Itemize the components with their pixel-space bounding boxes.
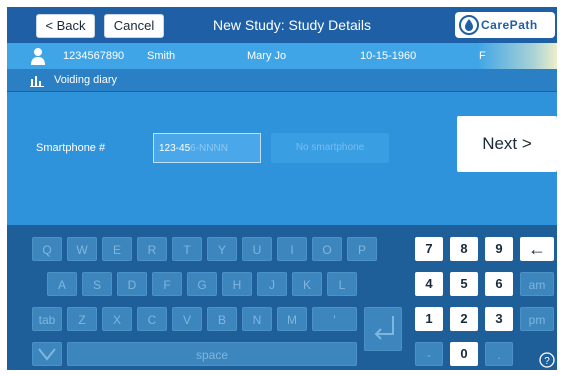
key-shift[interactable]: [32, 342, 62, 366]
key-t[interactable]: T: [172, 237, 202, 261]
key-h[interactable]: H: [222, 272, 252, 296]
back-button[interactable]: < Back: [36, 14, 95, 38]
key-8[interactable]: 8: [450, 237, 478, 261]
drop-icon: [459, 15, 479, 35]
patient-id: 1234567890: [63, 50, 125, 62]
key-y[interactable]: Y: [207, 237, 237, 261]
enter-key[interactable]: [364, 307, 402, 351]
key-x[interactable]: X: [102, 307, 132, 331]
logo-text: CarePath: [481, 18, 538, 32]
key-g[interactable]: G: [187, 272, 217, 296]
smartphone-label: Smartphone #: [36, 142, 106, 154]
smartphone-placeholder: 6-NNNN: [190, 143, 228, 154]
cancel-button[interactable]: Cancel: [104, 14, 164, 38]
key-k[interactable]: K: [292, 272, 322, 296]
space-key[interactable]: space: [67, 342, 357, 366]
next-button[interactable]: Next >: [457, 116, 557, 172]
key-f[interactable]: F: [152, 272, 182, 296]
smartphone-input[interactable]: 123-456-NNNN: [153, 133, 261, 163]
key-u[interactable]: U: [242, 237, 272, 261]
key-minus[interactable]: -: [415, 342, 443, 366]
patient-info-row: 1234567890 Smith Mary Jo 10-15-1960 F: [7, 43, 557, 69]
am-key[interactable]: am: [520, 272, 554, 296]
key-n[interactable]: N: [242, 307, 272, 331]
key-s[interactable]: S: [82, 272, 112, 296]
key-c[interactable]: C: [137, 307, 167, 331]
key-i[interactable]: I: [277, 237, 307, 261]
key-7[interactable]: 7: [415, 237, 443, 261]
enter-icon: [374, 316, 394, 340]
key-6[interactable]: 6: [485, 272, 513, 296]
key-e[interactable]: E: [102, 237, 132, 261]
key-l[interactable]: L: [327, 272, 357, 296]
header-glow: [477, 43, 557, 69]
key-apostrophe[interactable]: ': [312, 307, 357, 331]
key-2[interactable]: 2: [450, 307, 478, 331]
study-type-label: Voiding diary: [54, 74, 117, 86]
key-m[interactable]: M: [277, 307, 307, 331]
key-3[interactable]: 3: [485, 307, 513, 331]
smartphone-value: 123-45: [159, 143, 191, 154]
key-b[interactable]: B: [207, 307, 237, 331]
bar-chart-icon: [30, 76, 44, 87]
key-v[interactable]: V: [172, 307, 202, 331]
study-type-row: Voiding diary: [7, 69, 557, 92]
pm-key[interactable]: pm: [520, 307, 554, 331]
key-z[interactable]: Z: [67, 307, 97, 331]
key-q[interactable]: Q: [32, 237, 62, 261]
patient-last-name: Smith: [147, 50, 176, 62]
key-5[interactable]: 5: [450, 272, 478, 296]
no-smartphone-button[interactable]: No smartphone: [271, 133, 389, 163]
page-title: New Study: Study Details: [213, 17, 371, 33]
key-9[interactable]: 9: [485, 237, 513, 261]
key-p[interactable]: P: [347, 237, 377, 261]
study-details-form: Smartphone # 123-456-NNNN No smartphone …: [7, 92, 557, 232]
key-r[interactable]: R: [137, 237, 167, 261]
key-0[interactable]: 0: [450, 342, 478, 366]
svg-text:?: ?: [544, 356, 550, 367]
chevron-down-icon: [38, 348, 56, 361]
backspace-key[interactable]: ←: [520, 237, 554, 261]
carepath-logo: CarePath: [455, 12, 555, 38]
person-icon: [31, 48, 45, 65]
help-icon[interactable]: ?: [539, 352, 555, 368]
key-tab[interactable]: tab: [32, 307, 62, 331]
patient-dob: 10-15-1960: [360, 50, 417, 62]
key-w[interactable]: W: [67, 237, 97, 261]
top-bar: < Back Cancel New Study: Study Details C…: [7, 7, 557, 43]
key-4[interactable]: 4: [415, 272, 443, 296]
key-d[interactable]: D: [117, 272, 147, 296]
key-j[interactable]: J: [257, 272, 287, 296]
key-1[interactable]: 1: [415, 307, 443, 331]
key-dot[interactable]: .: [485, 342, 513, 366]
patient-first-name: Mary Jo: [247, 50, 287, 62]
onscreen-keyboard: Q W E R T Y U I O P A S D F G H J K L ta…: [7, 225, 557, 370]
key-a[interactable]: A: [47, 272, 77, 296]
screen: < Back Cancel New Study: Study Details C…: [7, 7, 557, 370]
key-o[interactable]: O: [312, 237, 342, 261]
